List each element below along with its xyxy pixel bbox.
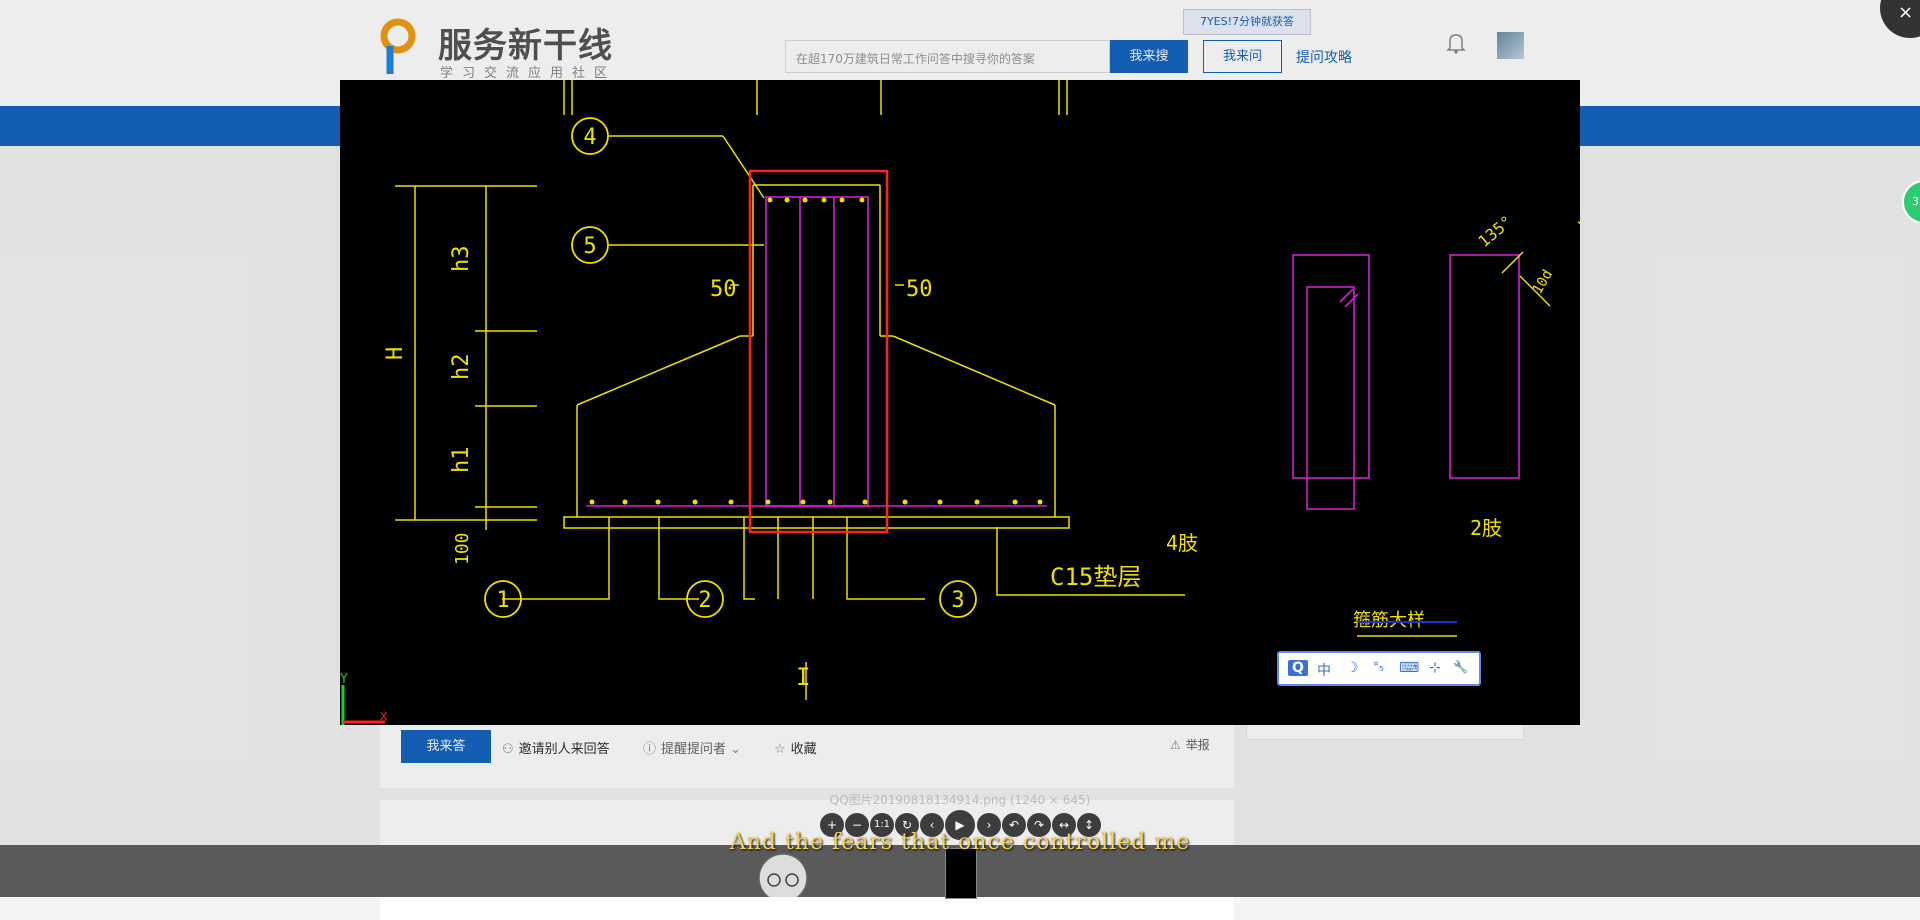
- callout-2: 2: [698, 588, 711, 613]
- ime-keyboard-icon[interactable]: ⌨: [1399, 660, 1419, 676]
- dim-h2: h2: [449, 354, 474, 381]
- section-mark: I: [796, 663, 810, 691]
- detail-title: 箍筋大样: [1353, 610, 1425, 631]
- stirrup-2-label: 2肢: [1470, 516, 1502, 540]
- hook-label: 10d: [1530, 267, 1557, 297]
- stirrup-4-label: 4肢: [1166, 531, 1198, 555]
- thumbnail-current[interactable]: [945, 848, 977, 899]
- callout-4: 4: [583, 125, 596, 150]
- dim-H: H: [383, 347, 408, 360]
- ucs-axis-icon: Y X: [340, 672, 388, 725]
- close-icon: ×: [1898, 2, 1914, 23]
- angle-label: 135°: [1474, 212, 1516, 251]
- thumbnail-avatar[interactable]: [748, 848, 818, 897]
- c15-label: C15垫层: [1050, 563, 1141, 591]
- highlight-box: [748, 169, 889, 534]
- dim-50-left: 50: [710, 277, 737, 302]
- ime-tools-icon[interactable]: ⊹: [1429, 660, 1441, 676]
- ime-punct-icon[interactable]: °₅: [1373, 660, 1384, 674]
- ime-moon-icon[interactable]: ☽: [1346, 660, 1359, 676]
- axis-y-label: Y: [340, 672, 348, 687]
- image-file-caption: QQ图片20190818134914.png (1240 × 645): [829, 793, 1091, 807]
- cad-drawing: 4 5 1 2 3 50 50 h3 h2 h1 H 100 C15垫层 I 4…: [340, 80, 1580, 725]
- ime-toolbar[interactable]: Q 中 ☽ °₅ ⌨ ⊹ 🔧: [1277, 651, 1481, 686]
- dim-100: 100: [452, 532, 473, 565]
- callout-3: 3: [951, 588, 964, 613]
- callout-5: 5: [583, 234, 596, 259]
- ime-chinese-toggle[interactable]: 中: [1317, 660, 1331, 680]
- video-subtitle: And the fears that once controlled me: [729, 830, 1191, 855]
- dim-h1: h1: [449, 447, 474, 474]
- dim-50-right: 50: [906, 277, 933, 302]
- ime-wrench-icon[interactable]: 🔧: [1453, 660, 1468, 674]
- axis-x-label: X: [380, 710, 388, 723]
- dim-h3: h3: [449, 246, 474, 273]
- callout-1: 1: [496, 588, 509, 613]
- image-viewer-canvas[interactable]: 4 5 1 2 3 50 50 h3 h2 h1 H 100 C15垫层 I 4…: [340, 80, 1580, 725]
- ime-logo-icon[interactable]: Q: [1288, 660, 1308, 676]
